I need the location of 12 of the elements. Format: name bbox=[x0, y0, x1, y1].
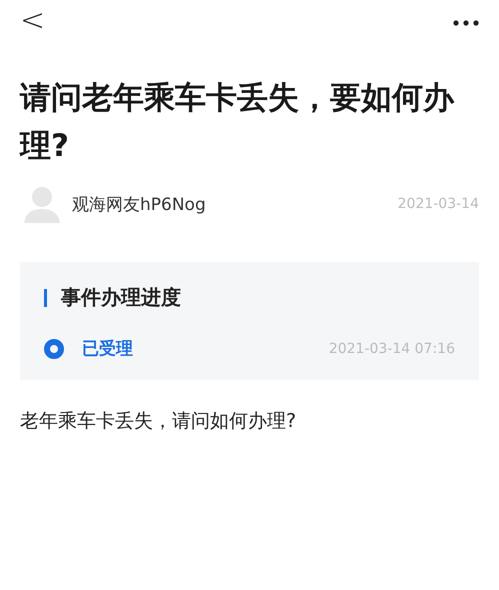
avatar-icon bbox=[24, 185, 60, 224]
back-button[interactable]: < bbox=[20, 6, 46, 36]
question-body: 老年乘车卡丢失，请问如何办理? bbox=[20, 409, 298, 434]
accent-bar bbox=[44, 288, 47, 307]
status-dot-icon bbox=[44, 338, 64, 359]
status-label: 已受理 bbox=[82, 338, 134, 360]
progress-heading: 事件办理进度 bbox=[61, 284, 181, 312]
status-time: 2021-03-14 07:16 bbox=[328, 340, 455, 357]
question-title: 请问老年乘车卡丢失，要如何办理? bbox=[20, 79, 456, 166]
more-icon[interactable] bbox=[453, 20, 479, 26]
author-name: 观海网友hP6Nog bbox=[72, 194, 207, 216]
post-date: 2021-03-14 bbox=[398, 196, 479, 212]
